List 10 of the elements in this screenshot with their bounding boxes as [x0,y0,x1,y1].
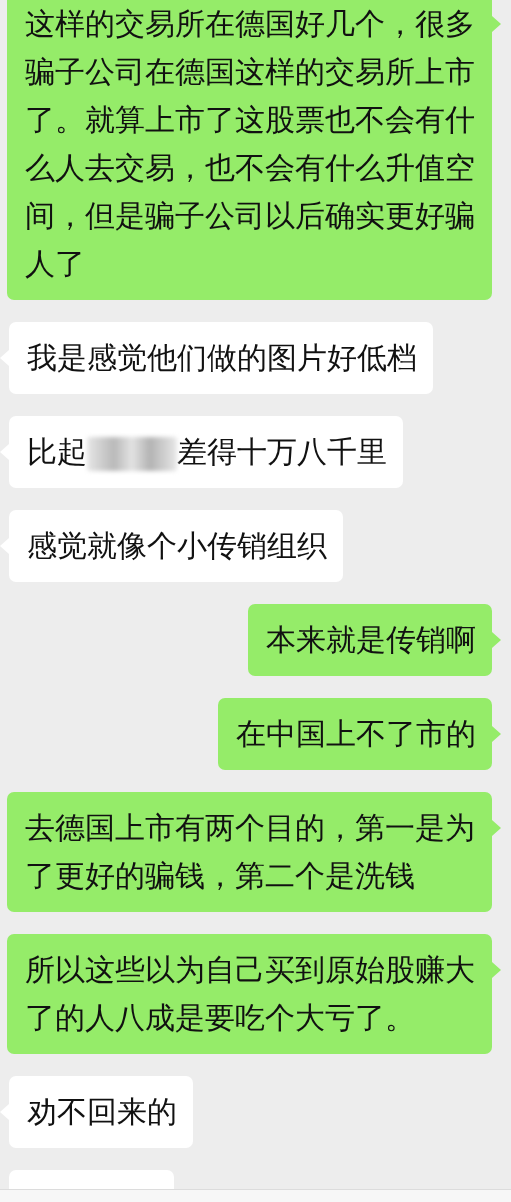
message-text: 比起 [27,434,87,469]
message-text: 去德国上市有两个目的，第一是为了更好的骗钱，第二个是洗钱 [25,810,475,893]
message-text: 本来就是传销啊 [266,622,476,657]
message-text: 我是感觉他们做的图片好低档 [27,340,417,375]
message-text: 这样的交易所在德国好几个，很多骗子公司在德国这样的交易所上市了。就算上市了这股票也不会有什么人去交易，也不会有什么升值空间，但是骗子公司以后确实更好骗人了 [25,6,475,281]
message-text: 差得十万八千里 [177,434,387,469]
message-text: 感觉就像个小传销组织 [27,528,327,563]
message-text: 所以这些以为自己买到原始股赚大了的人八成是要吃个大亏了。 [25,952,475,1035]
message-text: 在中国上不了市的 [236,716,476,751]
message-text: 劝不回来的 [27,1094,177,1129]
